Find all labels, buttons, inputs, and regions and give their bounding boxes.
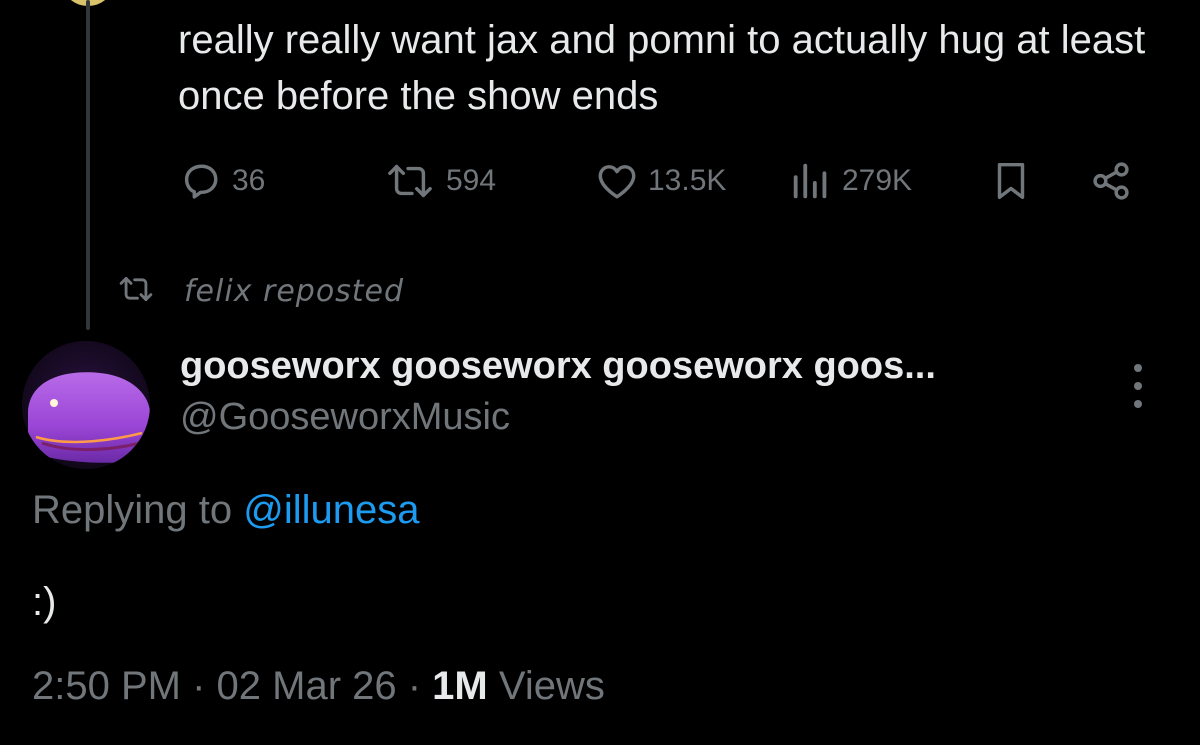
reply-tweet-text: :) [32, 580, 57, 624]
replying-to-label: Replying to [32, 488, 244, 532]
like-button[interactable]: 13.5K [594, 158, 726, 204]
repost-notice-label: felix reposted [184, 273, 405, 309]
bookmark-button[interactable] [988, 158, 1034, 204]
reply-count: 36 [232, 164, 266, 197]
more-options-icon [1134, 400, 1142, 408]
views-count: 279K [842, 164, 913, 197]
author-avatar[interactable] [22, 341, 150, 469]
bookmark-icon [988, 158, 1034, 204]
tweet-meta: 2:50 PM · 02 Mar 26 · 1M Views [32, 664, 605, 709]
views-label: Views [487, 664, 605, 708]
more-options-icon [1134, 382, 1142, 390]
thread-connector-line [86, 0, 90, 330]
like-icon [594, 158, 640, 204]
meta-separator: · [180, 664, 217, 708]
repost-icon [382, 158, 438, 204]
repost-count: 594 [446, 164, 497, 197]
meta-separator: · [396, 664, 433, 708]
replying-to-mention-link[interactable]: @illunesa [243, 488, 419, 532]
share-icon [1088, 158, 1134, 204]
author-handle[interactable]: @GooseworxMusic [180, 396, 510, 439]
tweet-action-bar: 36 594 13.5K 279K [178, 158, 1148, 204]
more-options-button[interactable] [1124, 364, 1152, 408]
reply-icon [178, 158, 224, 204]
views-icon [788, 158, 834, 204]
tweet-time-link[interactable]: 2:50 PM [32, 664, 181, 708]
views-button[interactable]: 279K [788, 158, 912, 204]
repost-button[interactable]: 594 [382, 158, 496, 204]
reply-button[interactable]: 36 [178, 158, 265, 204]
repost-icon [116, 272, 156, 311]
more-options-icon [1134, 364, 1142, 372]
parent-tweet-text: really really want jax and pomni to actu… [178, 18, 1146, 118]
total-views-count[interactable]: 1M [432, 664, 488, 708]
like-count: 13.5K [648, 164, 727, 197]
replying-to-line: Replying to @illunesa [32, 488, 419, 533]
repost-notice[interactable]: felix reposted [116, 268, 404, 314]
share-button[interactable] [1088, 158, 1134, 204]
author-display-name[interactable]: gooseworx gooseworx gooseworx goos... [180, 345, 936, 388]
tweet-date-link[interactable]: 02 Mar 26 [217, 664, 397, 708]
